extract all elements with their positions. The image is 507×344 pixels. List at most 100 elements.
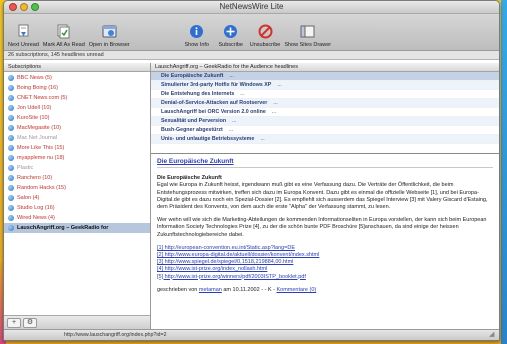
subscription-item[interactable]: Plastic bbox=[4, 163, 150, 173]
feed-icon bbox=[8, 205, 14, 211]
feed-icon bbox=[8, 145, 14, 151]
article-view: Die Europäische Zukunft Die Europäische … bbox=[151, 154, 499, 329]
headline-ellipsis: ... bbox=[232, 118, 237, 124]
headlines-header[interactable]: LauschAngriff.org – GeekRadio for the Au… bbox=[151, 63, 499, 72]
status-url: http://www.lauschangriff.org/index.php?i… bbox=[64, 332, 167, 338]
subscription-label: Salon (4) bbox=[17, 195, 40, 201]
app-window: NetNewsWire Lite Next Unread Mark All As… bbox=[3, 0, 500, 341]
subscription-label: Jon Udell (10) bbox=[17, 105, 52, 111]
next-unread-button[interactable]: Next Unread bbox=[8, 23, 39, 48]
subscription-label: MacMegasite (10) bbox=[17, 125, 62, 131]
sites-drawer-icon bbox=[299, 23, 316, 40]
headline-row[interactable]: Unis- und unlautige Betriebssysteme... bbox=[151, 135, 499, 144]
subscription-label: Random Hacks (15) bbox=[17, 185, 66, 191]
open-in-browser-button[interactable]: Open in Browser bbox=[89, 23, 130, 48]
article-reference-link[interactable]: [1] http://european-convention.eu.int/St… bbox=[157, 245, 493, 252]
subscription-item[interactable]: More Like This (15) bbox=[4, 143, 150, 153]
subscription-label: Studio Log (16) bbox=[17, 205, 55, 211]
window-title: NetNewsWire Lite bbox=[219, 2, 284, 11]
feed-icon bbox=[8, 85, 14, 91]
subscription-item[interactable]: Mac Net Journal bbox=[4, 133, 150, 143]
subscription-item[interactable]: LauschAngriff.org – GeekRadio for bbox=[4, 223, 150, 233]
action-menu-icon[interactable]: ⚙ bbox=[23, 317, 37, 328]
headline-title: Die Europäische Zukunft bbox=[161, 73, 224, 79]
mark-all-read-button[interactable]: Mark All As Read bbox=[43, 23, 85, 48]
article-paragraph: Egal wie Europa in Zukunft heisst, irgen… bbox=[157, 182, 488, 211]
headline-row[interactable]: Denial-of-Service-Attacken auf Rootserve… bbox=[151, 99, 499, 108]
headline-title: Sexualität und Perversion bbox=[161, 118, 227, 124]
subscriptions-header[interactable]: Subscriptions bbox=[4, 63, 150, 72]
subscriptions-pane: Subscriptions BBC News (5) Boing Boing (1… bbox=[4, 63, 151, 329]
next-unread-icon bbox=[15, 23, 32, 40]
subscriptions-list: BBC News (5) Boing Boing (16) CNET News.co… bbox=[4, 72, 150, 233]
show-sites-drawer-button[interactable]: Show Sites Drawer bbox=[284, 23, 331, 48]
subscription-label: CNET News.com (5) bbox=[17, 95, 68, 101]
subscription-item[interactable]: BBC News (5) bbox=[4, 73, 150, 83]
feed-icon bbox=[8, 215, 14, 221]
article-reference-link[interactable]: [5] http://www.ist-prize.org/winners/pdf… bbox=[157, 274, 493, 281]
footer-prefix: geschrieben von bbox=[157, 286, 198, 293]
headline-title: Unis- und unlautige Betriebssysteme bbox=[161, 136, 255, 142]
title-bar[interactable]: NetNewsWire Lite bbox=[4, 1, 499, 14]
subscription-item[interactable]: Studio Log (16) bbox=[4, 203, 150, 213]
headline-row[interactable]: Die Europäische Zukunft... bbox=[151, 72, 499, 81]
headline-row[interactable]: Sexualität und Perversion... bbox=[151, 117, 499, 126]
author-link[interactable]: metaman bbox=[199, 287, 222, 293]
headline-ellipsis: ... bbox=[228, 127, 234, 133]
feed-icon bbox=[8, 125, 14, 131]
headline-row[interactable]: LauschAngriff bei ORC Version 2.0 online… bbox=[151, 108, 499, 117]
footer-date: am 10.11.2002 - - K - bbox=[223, 286, 275, 293]
feed-icon bbox=[8, 155, 14, 161]
headline-row[interactable]: Die Entstehung des Internets... bbox=[151, 90, 499, 99]
headline-title: Die Entstehung des Internets bbox=[161, 91, 235, 97]
subscription-item[interactable]: KuroSite (10) bbox=[4, 113, 150, 123]
headline-title: Simulierter 3rd-party Hotfix für Windows… bbox=[161, 82, 272, 88]
subscription-item[interactable]: Wired News (4) bbox=[4, 213, 150, 223]
article-links: [1] http://european-convention.eu.int/St… bbox=[157, 245, 493, 281]
subscription-label: Mac Net Journal bbox=[17, 135, 58, 141]
feed-icon bbox=[8, 185, 14, 191]
subscription-label: KuroSite (10) bbox=[17, 115, 50, 121]
subscription-item[interactable]: MacMegasite (10) bbox=[4, 123, 150, 133]
headline-row[interactable]: Simulierter 3rd-party Hotfix für Windows… bbox=[151, 81, 499, 90]
subscription-label: Boing Boing (16) bbox=[17, 85, 58, 91]
show-info-button[interactable]: Show Info bbox=[182, 23, 212, 48]
unsubscribe-button[interactable]: Unsubscribe bbox=[250, 23, 280, 48]
headline-row[interactable]: Bush-Gegner abgestürzt... bbox=[151, 126, 499, 135]
status-bar: http://www.lauschangriff.org/index.php?i… bbox=[4, 329, 499, 340]
headline-ellipsis: ... bbox=[240, 91, 245, 97]
subscription-item[interactable]: Ranchero (10) bbox=[4, 173, 150, 183]
add-subscription-icon[interactable]: + bbox=[7, 317, 21, 328]
subscription-item[interactable]: CNET News.com (5) bbox=[4, 93, 150, 103]
subscription-label: myappleme nu (18) bbox=[17, 155, 65, 161]
article-reference-link[interactable]: [4] http://www.ist-prize.org/index_nolla… bbox=[157, 266, 493, 273]
headline-ellipsis: ... bbox=[277, 82, 282, 88]
feed-icon bbox=[8, 75, 14, 81]
subscription-label: BBC News (5) bbox=[17, 75, 52, 81]
comments-link[interactable]: Kommentare (0) bbox=[276, 287, 316, 293]
desktop-background-right bbox=[501, 0, 507, 344]
subscription-item[interactable]: Jon Udell (10) bbox=[4, 103, 150, 113]
article-title-link[interactable]: Die Europäische Zukunft bbox=[157, 158, 493, 169]
subscription-label: More Like This (15) bbox=[17, 145, 65, 151]
feed-icon bbox=[8, 225, 14, 231]
article-reference-link[interactable]: [2] http://www.europa-digital.de/aktuell… bbox=[157, 252, 493, 259]
feed-icon bbox=[8, 195, 14, 201]
headline-ellipsis: ... bbox=[271, 109, 277, 115]
toolbar: Next Unread Mark All As Read Open in Bro… bbox=[4, 14, 499, 51]
subscribe-button[interactable]: Subscribe bbox=[216, 23, 246, 48]
subscription-item[interactable]: Boing Boing (16) bbox=[4, 83, 150, 93]
subscription-label: Wired News (4) bbox=[17, 215, 55, 221]
headline-ellipsis: ... bbox=[273, 100, 278, 106]
subscription-item[interactable]: myappleme nu (18) bbox=[4, 153, 150, 163]
feed-icon bbox=[8, 115, 14, 121]
content-pane: LauschAngriff.org – GeekRadio for the Au… bbox=[151, 63, 499, 329]
main-area: Subscriptions BBC News (5) Boing Boing (1… bbox=[4, 63, 499, 329]
resize-grip-icon[interactable]: ◢ bbox=[489, 331, 497, 339]
subscription-item[interactable]: Random Hacks (15) bbox=[4, 183, 150, 193]
article-reference-link[interactable]: [3] http://www.spiegel.de/spiegel/0,1518… bbox=[157, 259, 493, 266]
subscription-label: Plastic bbox=[17, 165, 34, 171]
subscription-item[interactable]: Salon (4) bbox=[4, 193, 150, 203]
headlines-list: Die Europäische Zukunft... Simulierter 3r… bbox=[151, 72, 499, 154]
headline-title: Denial-of-Service-Attacken auf Rootserve… bbox=[161, 100, 268, 106]
